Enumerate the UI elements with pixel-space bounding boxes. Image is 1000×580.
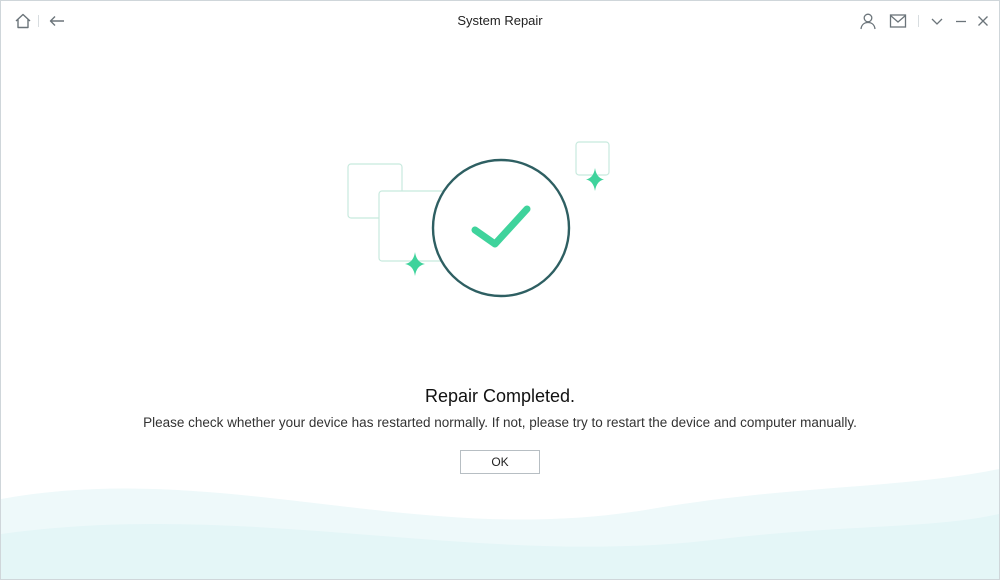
account-icon	[860, 13, 876, 30]
close-button[interactable]	[971, 9, 995, 33]
titlebar-divider-right	[918, 15, 919, 27]
account-button[interactable]	[856, 9, 880, 33]
mail-button[interactable]	[886, 9, 910, 33]
repair-success-illustration	[347, 141, 610, 298]
mail-icon	[889, 14, 907, 28]
minimize-button[interactable]	[949, 9, 973, 33]
chevron-down-icon	[931, 18, 943, 25]
window-title: System Repair	[457, 13, 543, 28]
decor-frame-small	[575, 141, 610, 176]
sparkle-icon-right	[586, 168, 604, 191]
repair-status-message: Please check whether your device has res…	[143, 415, 857, 430]
menu-dropdown-button[interactable]	[925, 9, 949, 33]
minimize-icon	[956, 20, 966, 23]
repair-status-heading: Repair Completed.	[424, 386, 576, 406]
close-icon	[978, 16, 988, 26]
success-circle	[431, 158, 571, 298]
ok-button[interactable]: OK	[460, 450, 540, 474]
title-bar: System Repair	[1, 1, 999, 41]
app-window: System Repair Repair Completed. Please c…	[0, 0, 1000, 580]
